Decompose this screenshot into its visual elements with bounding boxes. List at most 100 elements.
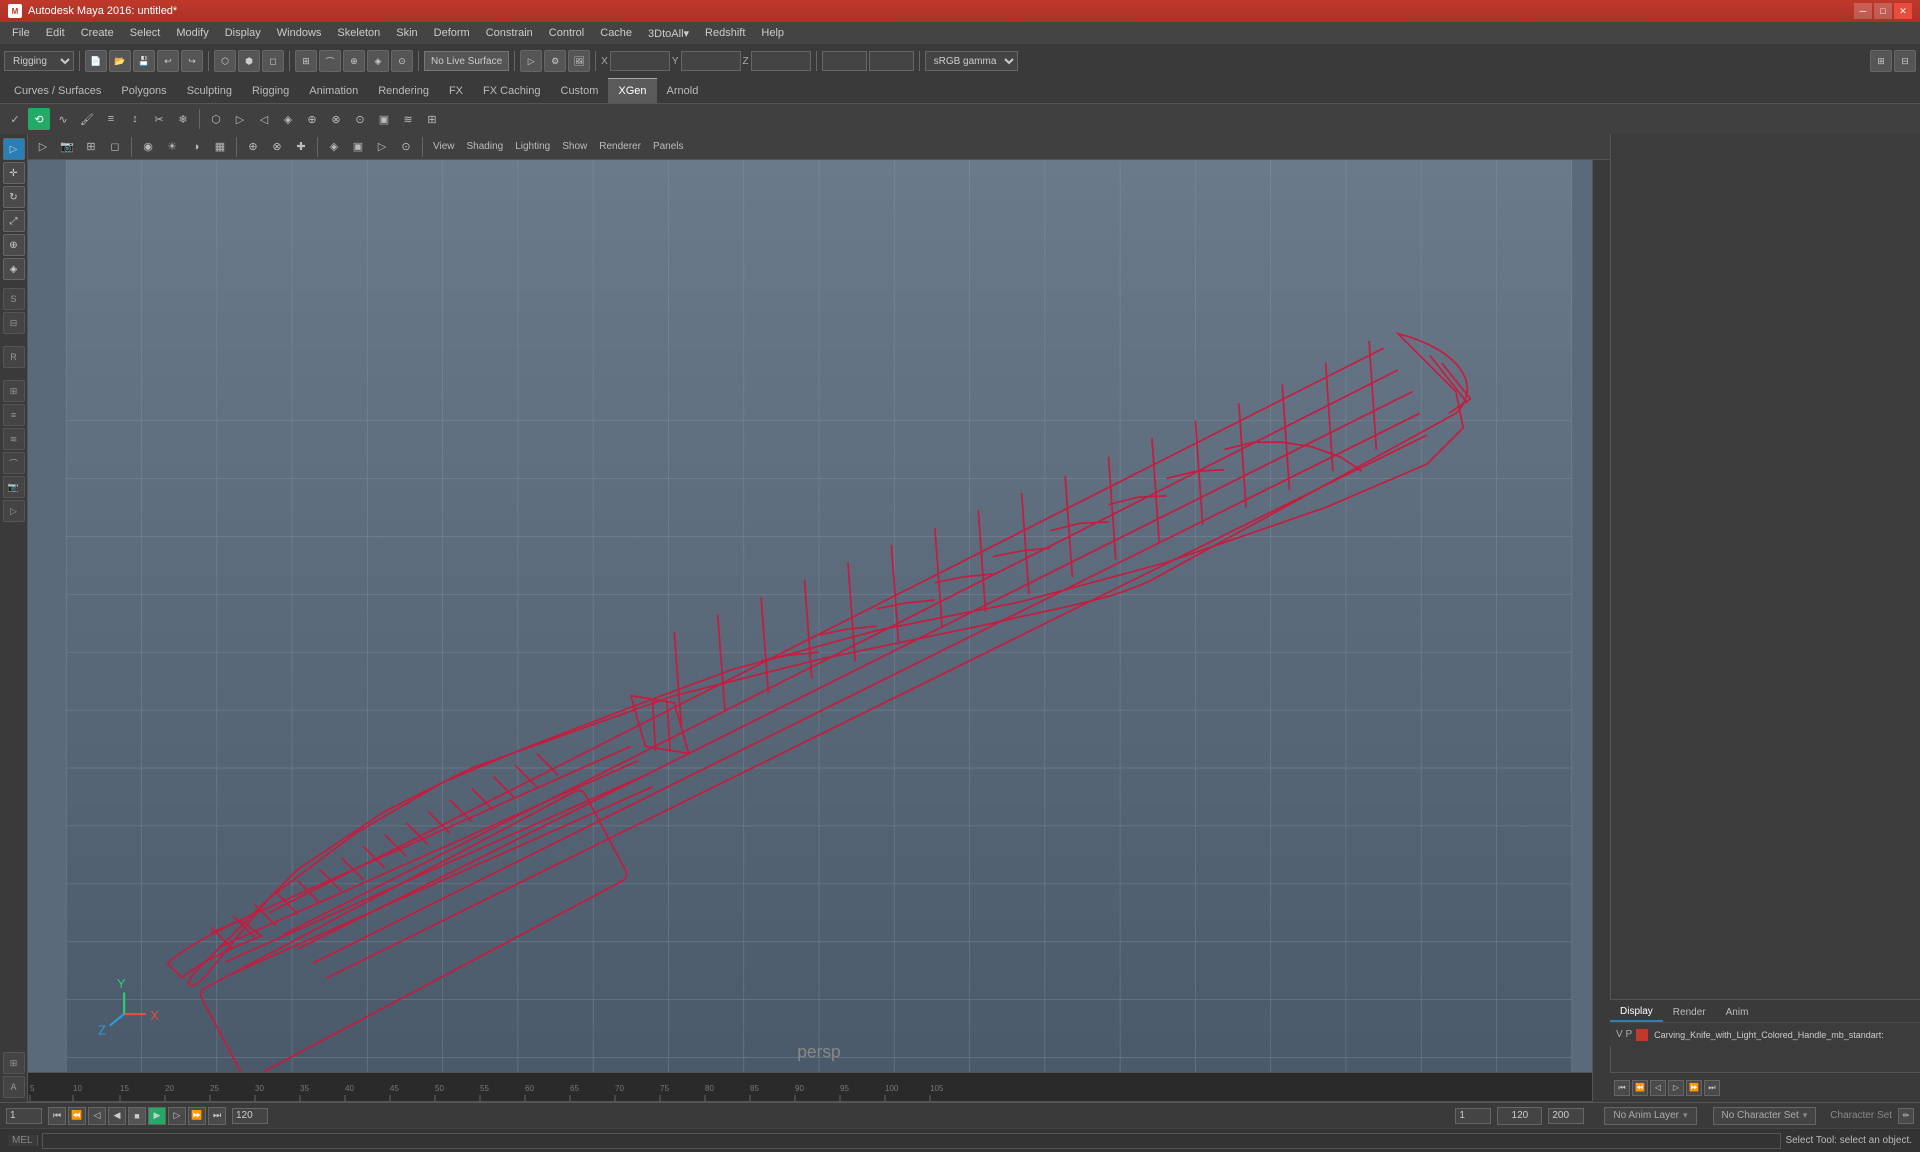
tc-back-btn[interactable]: ◁ [1650,1080,1666,1096]
vp-menu-view[interactable]: View [428,139,460,154]
vp-menu-show[interactable]: Show [557,139,592,154]
vp-menu-lighting[interactable]: Lighting [510,139,555,154]
x-input[interactable] [610,51,670,71]
main-viewport[interactable]: persp X Y Z [28,160,1610,1072]
vp-shaded-btn[interactable]: ◉ [137,136,159,158]
xgen-hair-btn[interactable]: ∿ [52,108,74,130]
float-val1[interactable]: 0.00 [822,51,867,71]
render-btn[interactable]: ▷ [520,50,542,72]
menu-modify[interactable]: Modify [168,22,216,44]
tab-display[interactable]: Display [1610,1003,1663,1022]
rotate-tool[interactable]: ↻ [3,186,25,208]
pb-step-back[interactable]: ◁ [88,1107,106,1125]
vp-render1[interactable]: ▷ [371,136,393,158]
render-group[interactable]: R [3,346,25,368]
char-set-edit-btn[interactable]: ✏ [1898,1108,1914,1124]
tab-polygons[interactable]: Polygons [111,78,176,103]
float-val2[interactable]: 1.00 [869,51,914,71]
renderview-btn[interactable]: 🖼 [568,50,590,72]
snap-grid-btn[interactable]: ⊞ [295,50,317,72]
attrs-group[interactable]: ≋ [3,428,25,450]
tab-fx[interactable]: FX [439,78,473,103]
xgen-toggle-btn[interactable]: ✓ [4,108,26,130]
vp-grid-btn[interactable]: ⊞ [80,136,102,158]
vp-xray[interactable]: ◈ [323,136,345,158]
tab-curves-surfaces[interactable]: Curves / Surfaces [4,78,111,103]
pb-next-key[interactable]: ⏩ [188,1107,206,1125]
xgen-tool10[interactable]: ⊞ [421,108,443,130]
playback-group[interactable]: ▷ [3,500,25,522]
minimize-button[interactable]: ─ [1854,3,1872,19]
snap-surface-btn[interactable]: ◈ [367,50,389,72]
menu-display[interactable]: Display [217,22,269,44]
vp-back[interactable]: ▣ [347,136,369,158]
snap-view-btn[interactable]: ⊙ [391,50,413,72]
vp-cam-btn[interactable]: 📷 [56,136,78,158]
menu-help[interactable]: Help [753,22,792,44]
anim-group[interactable]: ⌒ [3,452,25,474]
quick-layout-btn[interactable]: ⊟ [1894,50,1916,72]
lasso-tool-btn[interactable]: ◻ [262,50,284,72]
command-line[interactable] [42,1133,1782,1149]
timeline-area[interactable]: 5 10 15 20 25 30 35 40 45 50 55 60 65 70… [0,1072,1610,1102]
pb-play-fwd[interactable]: ▶ [148,1107,166,1125]
vp-wire-btn[interactable]: ◻ [104,136,126,158]
sym-group[interactable]: ⊟ [3,312,25,334]
menu-skeleton[interactable]: Skeleton [329,22,388,44]
xgen-tool8[interactable]: ▣ [373,108,395,130]
xgen-select-btn[interactable]: ⟲ [28,108,50,130]
tc-fwd-btn[interactable]: ▷ [1668,1080,1684,1096]
range-end-input[interactable] [1548,1108,1584,1124]
open-scene-btn[interactable]: 📂 [109,50,131,72]
vp-light-btn[interactable]: ☀ [161,136,183,158]
xgen-brush-btn[interactable]: 🖌 [76,108,98,130]
select-tool[interactable]: ▷ [3,138,25,160]
tab-anim[interactable]: Anim [1716,1004,1759,1021]
close-button[interactable]: ✕ [1894,3,1912,19]
vp-select-btn[interactable]: ▷ [32,136,54,158]
tab-rendering[interactable]: Rendering [368,78,439,103]
z-input[interactable] [751,51,811,71]
xgen-tool1[interactable]: ⬡ [205,108,227,130]
render-settings-btn[interactable]: ⚙ [544,50,566,72]
xgen-tool4[interactable]: ◈ [277,108,299,130]
maximize-button[interactable]: □ [1874,3,1892,19]
save-scene-btn[interactable]: 💾 [133,50,155,72]
tab-rigging[interactable]: Rigging [242,78,299,103]
frame-start-input[interactable] [6,1108,42,1124]
xgen-cut-btn[interactable]: ✂ [148,108,170,130]
menu-create[interactable]: Create [73,22,122,44]
vp-menu-shading[interactable]: Shading [462,139,509,154]
menu-edit[interactable]: Edit [38,22,73,44]
menu-windows[interactable]: Windows [269,22,330,44]
menu-deform[interactable]: Deform [426,22,478,44]
xgen-tool5[interactable]: ⊕ [301,108,323,130]
vp-tex-btn[interactable]: ▦ [209,136,231,158]
menu-control[interactable]: Control [541,22,592,44]
universal-tool[interactable]: ⊕ [3,234,25,256]
gamma-dropdown[interactable]: sRGB gamma [925,51,1018,71]
menu-file[interactable]: File [4,22,38,44]
menu-redshift[interactable]: Redshift [697,22,753,44]
vp-render2[interactable]: ⊙ [395,136,417,158]
xgen-tool9[interactable]: ≋ [397,108,419,130]
current-frame-input[interactable] [232,1108,268,1124]
soft-select-group[interactable]: S [3,288,25,310]
redo-btn[interactable]: ↪ [181,50,203,72]
layers-group[interactable]: ≡ [3,404,25,426]
menu-cache[interactable]: Cache [592,22,640,44]
tab-xgen[interactable]: XGen [608,78,656,103]
xgen-tool3[interactable]: ◁ [253,108,275,130]
pb-step-fwd[interactable]: ▷ [168,1107,186,1125]
select-by-hierarchy-btn[interactable]: ⬡ [214,50,236,72]
tc-prev-btn[interactable]: ⏪ [1632,1080,1648,1096]
grid-group[interactable]: ⊞ [3,1052,25,1074]
menu-skin[interactable]: Skin [388,22,425,44]
y-input[interactable] [681,51,741,71]
xgen-tool6[interactable]: ⊗ [325,108,347,130]
scale-tool[interactable]: ⤢ [3,210,25,232]
camera-group[interactable]: 📷 [3,476,25,498]
mode-dropdown[interactable]: Rigging [4,51,74,71]
tab-fx-caching[interactable]: FX Caching [473,78,550,103]
move-tool[interactable]: ✛ [3,162,25,184]
